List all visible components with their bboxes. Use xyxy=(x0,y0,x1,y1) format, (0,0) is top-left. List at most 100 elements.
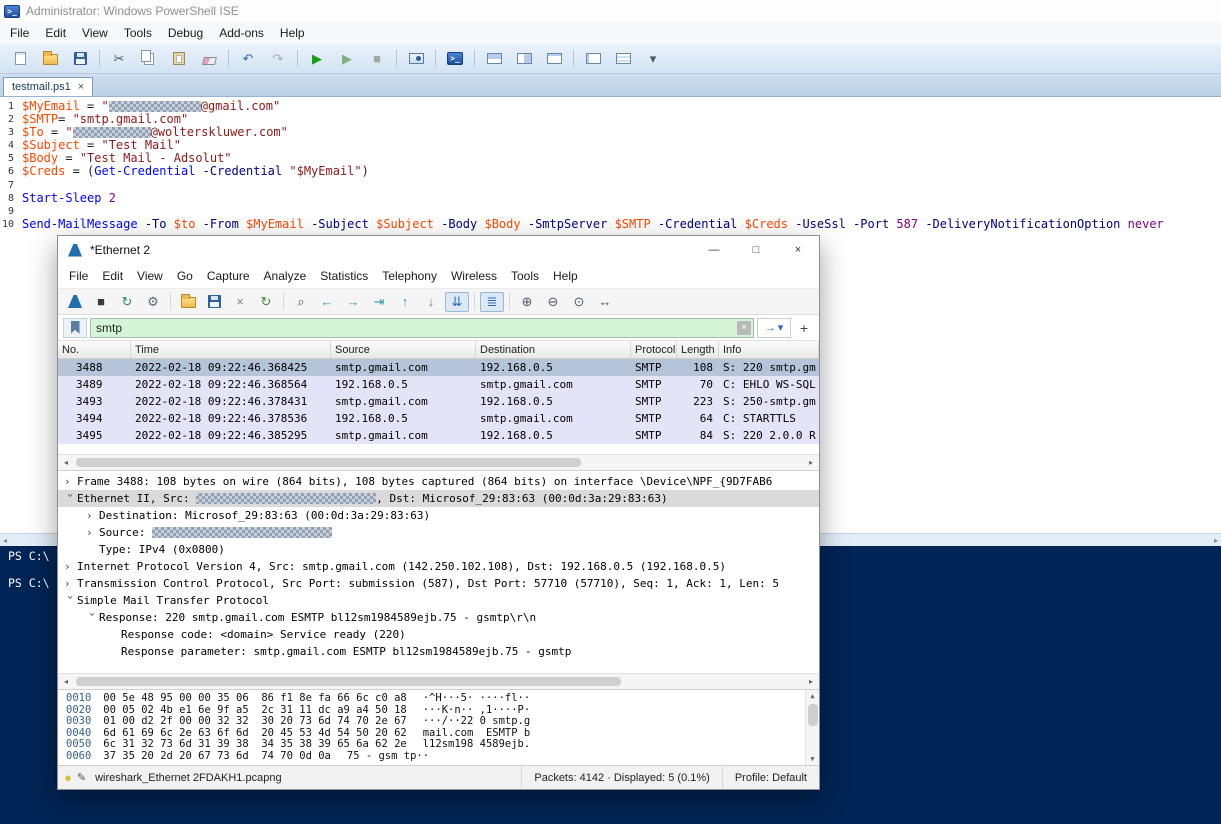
packet-row-3495[interactable]: 34952022-02-18 09:22:46.385295smtp.gmail… xyxy=(58,427,819,444)
ise-menu-edit[interactable]: Edit xyxy=(37,26,74,40)
run-script-icon[interactable]: ▶ xyxy=(304,48,330,70)
detail-row[interactable]: Response code: <domain> Service ready (2… xyxy=(58,626,819,643)
column-header-destination[interactable]: Destination xyxy=(476,341,631,358)
go-back-icon[interactable]: ← xyxy=(315,292,339,312)
packet-row-3493[interactable]: 34932022-02-18 09:22:46.378431smtp.gmail… xyxy=(58,393,819,410)
minimize-button[interactable]: — xyxy=(693,236,735,264)
restart-capture-icon[interactable]: ↻ xyxy=(115,292,139,312)
column-header-length[interactable]: Length xyxy=(677,341,719,358)
open-script-icon[interactable] xyxy=(37,48,63,70)
new-script-icon[interactable] xyxy=(7,48,33,70)
tab-close-icon[interactable]: × xyxy=(78,81,84,93)
zoom-in-icon[interactable]: ⊕ xyxy=(515,292,539,312)
resize-columns-icon[interactable]: ↔ xyxy=(593,292,617,312)
expander-icon[interactable]: › xyxy=(86,507,99,524)
script-line-3[interactable]: 3$To = "@wolterskluwer.com" xyxy=(0,126,1221,139)
scrollbar-thumb[interactable] xyxy=(76,458,581,467)
scrollbar-thumb[interactable] xyxy=(76,677,621,686)
close-capture-icon[interactable]: × xyxy=(228,292,252,312)
detail-row[interactable]: ›Response: 220 smtp.gmail.com ESMTP bl12… xyxy=(58,609,819,626)
toolbar-overflow-icon[interactable]: ▾ xyxy=(640,48,666,70)
detail-row[interactable]: ›Internet Protocol Version 4, Src: smtp.… xyxy=(58,558,819,575)
detail-row[interactable]: ›Simple Mail Transfer Protocol xyxy=(58,592,819,609)
copy-icon[interactable] xyxy=(136,48,162,70)
detail-row[interactable]: ›Transmission Control Protocol, Src Port… xyxy=(58,575,819,592)
detail-row[interactable]: Response parameter: smtp.gmail.com ESMTP… xyxy=(58,643,819,660)
hex-row[interactable]: 001000 5e 48 95 00 00 35 06 86 f1 8e fa … xyxy=(66,693,819,705)
column-header-source[interactable]: Source xyxy=(331,341,476,358)
expander-icon[interactable]: › xyxy=(62,492,79,505)
maximize-button[interactable]: □ xyxy=(735,236,777,264)
ise-menu-debug[interactable]: Debug xyxy=(160,26,211,40)
scroll-right-icon[interactable]: ▸ xyxy=(1214,536,1218,545)
colorize-packets-icon[interactable]: ≣ xyxy=(480,292,504,312)
find-packet-icon[interactable]: ⌕ xyxy=(289,292,313,312)
bytes-vertical-scrollbar[interactable]: ▲ ▼ xyxy=(805,690,819,765)
display-filter-input[interactable] xyxy=(96,321,733,335)
ise-menu-tools[interactable]: Tools xyxy=(116,26,160,40)
show-command-window-icon[interactable] xyxy=(580,48,606,70)
close-button[interactable]: × xyxy=(777,236,819,264)
tab-testmail-ps1[interactable]: testmail.ps1 × xyxy=(3,77,93,96)
stop-capture-icon[interactable]: ■ xyxy=(89,292,113,312)
scroll-left-icon[interactable]: ◂ xyxy=(58,674,74,689)
packet-row-3488[interactable]: 34882022-02-18 09:22:46.368425smtp.gmail… xyxy=(58,359,819,376)
column-header-protocol[interactable]: Protocol xyxy=(631,341,677,358)
open-capture-icon[interactable] xyxy=(176,292,200,312)
ws-menu-file[interactable]: File xyxy=(62,269,95,283)
details-horizontal-scrollbar[interactable]: ◂ ▸ xyxy=(58,673,819,689)
scroll-up-icon[interactable]: ▲ xyxy=(810,692,814,700)
ws-menu-telephony[interactable]: Telephony xyxy=(375,269,444,283)
show-script-pane-max-icon[interactable] xyxy=(541,48,567,70)
detail-row[interactable]: ›Destination: Microsof_29:83:63 (00:0d:3… xyxy=(58,507,819,524)
column-header-info[interactable]: Info xyxy=(719,341,819,358)
zoom-reset-icon[interactable]: ⊙ xyxy=(567,292,591,312)
filter-bookmark-button[interactable] xyxy=(63,318,87,338)
filter-clear-icon[interactable]: × xyxy=(737,321,751,335)
redo-icon[interactable]: ↷ xyxy=(265,48,291,70)
expander-icon[interactable]: › xyxy=(84,611,101,624)
scroll-right-icon[interactable]: ▸ xyxy=(803,674,819,689)
filter-apply-button[interactable]: → ▾ xyxy=(757,318,791,338)
run-selection-icon[interactable]: ▶ xyxy=(334,48,360,70)
scroll-left-icon[interactable]: ◂ xyxy=(3,536,7,545)
stop-icon[interactable]: ■ xyxy=(364,48,390,70)
ws-menu-analyze[interactable]: Analyze xyxy=(257,269,314,283)
zoom-out-icon[interactable]: ⊖ xyxy=(541,292,565,312)
ws-menu-capture[interactable]: Capture xyxy=(200,269,257,283)
packet-row-3489[interactable]: 34892022-02-18 09:22:46.368564192.168.0.… xyxy=(58,376,819,393)
ws-menu-wireless[interactable]: Wireless xyxy=(444,269,504,283)
auto-scroll-icon[interactable]: ⇊ xyxy=(445,292,469,312)
capture-options-icon[interactable]: ⚙ xyxy=(141,292,165,312)
scrollbar-thumb[interactable] xyxy=(808,704,818,726)
filter-apply-icon[interactable]: → xyxy=(765,322,776,334)
detail-row[interactable]: Type: IPv4 (0x0800) xyxy=(58,541,819,558)
show-script-pane-right-icon[interactable] xyxy=(511,48,537,70)
start-capture-icon[interactable] xyxy=(63,292,87,312)
script-line-8[interactable]: 8Start-Sleep 2 xyxy=(0,192,1221,205)
script-line-6[interactable]: 6$Creds = (Get-Credential -Credential "$… xyxy=(0,165,1221,178)
hex-row[interactable]: 006037 35 20 2d 20 67 73 6d 74 70 0d 0a7… xyxy=(66,751,819,763)
packet-list-horizontal-scrollbar[interactable]: ◂ ▸ xyxy=(58,454,819,470)
detail-row[interactable]: ›Source: xyxy=(58,524,819,541)
clear-console-icon[interactable] xyxy=(196,48,222,70)
ws-menu-help[interactable]: Help xyxy=(546,269,585,283)
ws-menu-edit[interactable]: Edit xyxy=(95,269,130,283)
go-first-packet-icon[interactable]: ↑ xyxy=(393,292,417,312)
reload-capture-icon[interactable]: ↻ xyxy=(254,292,278,312)
new-remote-powershell-tab-icon[interactable] xyxy=(403,48,429,70)
script-line-9[interactable]: 9 xyxy=(0,205,1221,218)
save-capture-icon[interactable] xyxy=(202,292,226,312)
expert-info-icon[interactable]: ● xyxy=(64,770,72,785)
expander-icon[interactable]: › xyxy=(64,473,77,490)
start-powershell-icon[interactable] xyxy=(442,48,468,70)
cut-icon[interactable]: ✂ xyxy=(106,48,132,70)
column-header-no[interactable]: No. xyxy=(58,341,131,358)
ws-menu-go[interactable]: Go xyxy=(170,269,200,283)
script-line-10[interactable]: 10Send-MailMessage -To $to -From $MyEmai… xyxy=(0,218,1221,231)
column-header-time[interactable]: Time xyxy=(131,341,331,358)
script-line-7[interactable]: 7 xyxy=(0,179,1221,192)
capture-comment-icon[interactable]: ✎ xyxy=(77,771,86,784)
ws-menu-statistics[interactable]: Statistics xyxy=(313,269,375,283)
expander-icon[interactable]: › xyxy=(64,575,77,592)
